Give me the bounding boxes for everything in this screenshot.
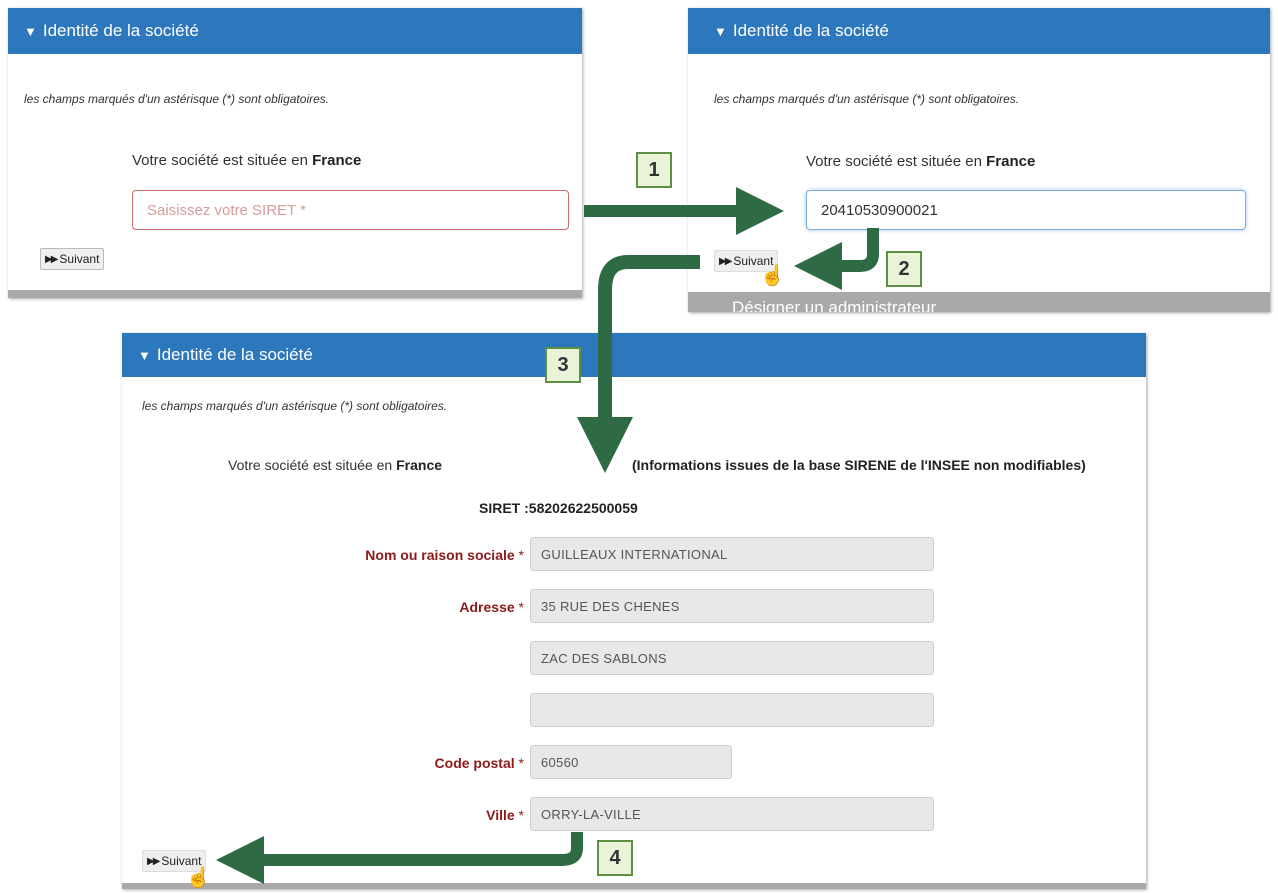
arrow-step-2: [794, 228, 879, 290]
step-badge-4: 4: [597, 840, 633, 876]
step-badge-2: 2: [886, 251, 922, 287]
hand-cursor-icon: ☝: [186, 867, 211, 889]
flow-arrows: [216, 187, 879, 884]
arrow-step-4: [216, 832, 583, 884]
arrow-step-3: [577, 255, 700, 473]
step-badge-3: 3: [545, 347, 581, 383]
step-badge-1: 1: [636, 152, 672, 188]
hand-cursor-icon: ☝: [760, 265, 785, 287]
